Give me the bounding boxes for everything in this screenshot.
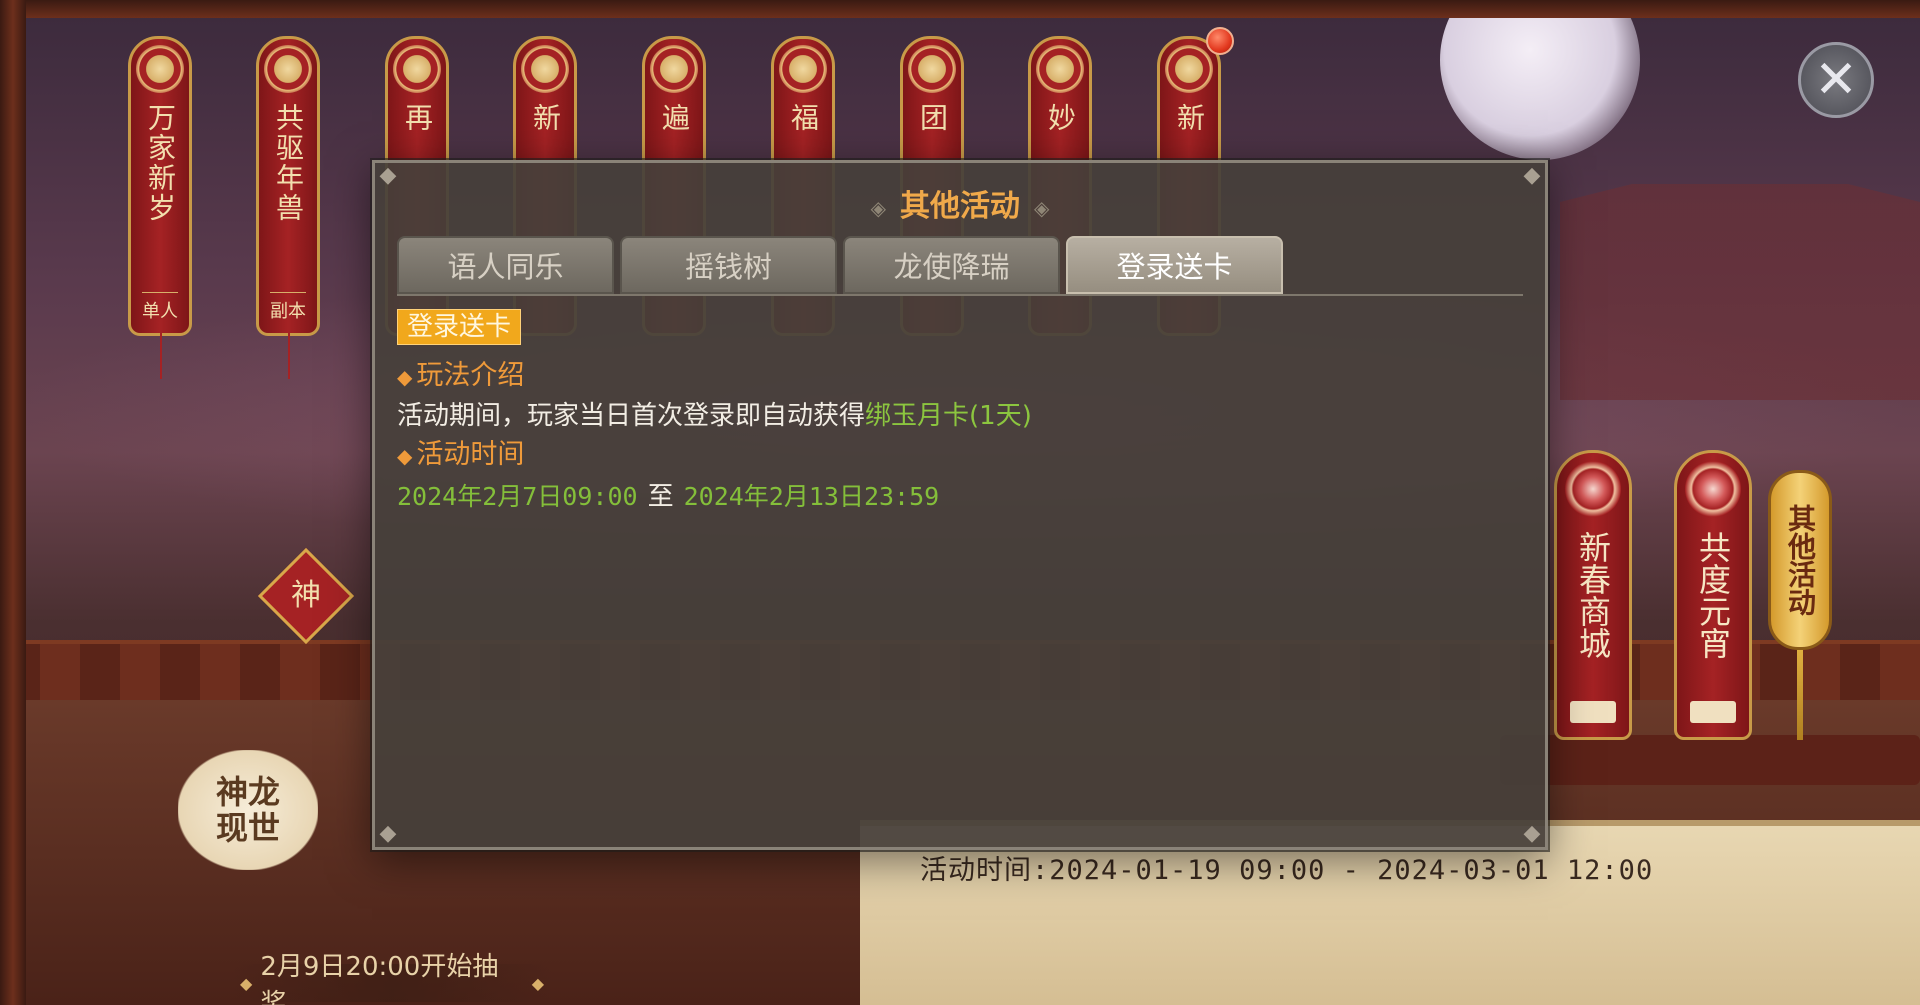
dragon-emblem-icon bbox=[1165, 45, 1213, 93]
intro-heading-text: 玩法介绍 bbox=[416, 360, 525, 391]
time-to: 至 bbox=[647, 482, 674, 512]
time-heading-text: 活动时间 bbox=[416, 439, 525, 470]
tab-content: 登录送卡 ◆ 玩法介绍 活动期间，玩家当日首次登录即自动获得绑玉月卡(1天) ◆ 活… bbox=[397, 309, 1523, 519]
plaque-icon bbox=[1690, 701, 1736, 723]
banner-label: 共驱年兽 bbox=[272, 103, 305, 223]
moon bbox=[1440, 0, 1640, 160]
diamond-ornament-icon: ◈ bbox=[1034, 195, 1050, 220]
banner-label: 新 bbox=[1173, 103, 1206, 133]
scroll-stand bbox=[1500, 735, 1920, 785]
dragon-emblem-icon bbox=[908, 45, 956, 93]
banner-label: 再 bbox=[401, 103, 434, 133]
notification-dot bbox=[1206, 27, 1234, 55]
flower-emblem-icon bbox=[1685, 461, 1741, 517]
tassel bbox=[160, 333, 162, 379]
banner-label: 万家新岁 bbox=[144, 103, 177, 223]
dragon-emblem-icon bbox=[521, 45, 569, 93]
close-icon: ✕ bbox=[1814, 50, 1858, 110]
activity-tabs: 语人同乐 摇钱树 龙使降瑞 登录送卡 bbox=[397, 236, 1283, 294]
corner-ornament-icon: ◆ bbox=[1523, 821, 1541, 846]
lottery-start-note: 2月9日20:00开始抽奖 bbox=[232, 952, 552, 1005]
dragon-emblem-icon bbox=[136, 45, 184, 93]
badge-label: 神龙现世 bbox=[215, 773, 280, 847]
activity-tag: 登录送卡 bbox=[397, 309, 522, 345]
tab-denglu-songka[interactable]: 登录送卡 bbox=[1066, 236, 1283, 294]
event-time-text: 活动时间:2024-01-19 09:00 - 2024-03-01 12:00 bbox=[920, 855, 1654, 886]
banner-label: 遍 bbox=[658, 103, 691, 133]
diamond-bullet-icon: ◆ bbox=[397, 365, 413, 389]
tab-yaoqian-shu[interactable]: 摇钱树 bbox=[620, 236, 837, 294]
other-activities-dialog: ◆ ◆ ◆ ◆ ◈ 其他活动 ◈ 语人同乐 摇钱树 龙使降瑞 登录送卡 登录送卡 ◆… bbox=[372, 160, 1548, 850]
tab-longshi-jiangrui[interactable]: 龙使降瑞 bbox=[843, 236, 1060, 294]
close-button[interactable]: ✕ bbox=[1798, 42, 1874, 118]
dragon-emblem-icon bbox=[393, 45, 441, 93]
time-start: 2024年2月7日09:00 bbox=[397, 482, 638, 511]
banner-label: 妙 bbox=[1044, 103, 1077, 133]
gold-tassel bbox=[1797, 650, 1803, 740]
diamond-ornament-icon: ◈ bbox=[870, 195, 886, 220]
tab-divider bbox=[397, 294, 1523, 296]
banner-sub-label: 副本 bbox=[270, 292, 306, 323]
banner-label: 共度元宵 bbox=[1694, 531, 1732, 659]
tassel bbox=[288, 333, 290, 379]
dialog-title: ◈ 其他活动 ◈ bbox=[375, 181, 1545, 225]
top-beam bbox=[0, 0, 1920, 18]
banner-label: 团 bbox=[916, 103, 949, 133]
banner-sub-label: 单人 bbox=[142, 292, 178, 323]
left-pillar bbox=[0, 0, 26, 1005]
intro-reward: 绑玉月卡(1天) bbox=[865, 401, 1032, 431]
activity-time-range: 2024年2月7日09:00 至 2024年2月13日23:59 bbox=[397, 475, 1523, 519]
dragon-emblem-icon bbox=[264, 45, 312, 93]
banner-label: 新 bbox=[529, 103, 562, 133]
flower-emblem-icon bbox=[1565, 461, 1621, 517]
lottery-start-text: 2月9日20:00开始抽奖 bbox=[260, 952, 499, 1005]
banner-label: 福 bbox=[787, 103, 820, 133]
banner-gongdu-yuanxiao[interactable]: 共度元宵 bbox=[1674, 450, 1752, 740]
shrine-sign-label: 神 bbox=[291, 578, 321, 613]
dragon-emblem-icon bbox=[1036, 45, 1084, 93]
time-end: 2024年2月13日23:59 bbox=[683, 482, 940, 511]
dragon-emblem-icon bbox=[779, 45, 827, 93]
banner-xinchun-shangcheng[interactable]: 新春商城 bbox=[1554, 450, 1632, 740]
diamond-bullet-icon: ◆ bbox=[397, 444, 413, 468]
tab-yuren-tongle[interactable]: 语人同乐 bbox=[397, 236, 614, 294]
banner-gongqu-nianshou[interactable]: 共驱年兽 副本 bbox=[256, 36, 320, 379]
intro-description: 活动期间，玩家当日首次登录即自动获得绑玉月卡(1天) bbox=[397, 396, 1523, 436]
dragon-emblem-icon bbox=[650, 45, 698, 93]
banner-label: 其他活动 bbox=[1784, 504, 1817, 616]
intro-text: 活动期间，玩家当日首次登录即自动获得 bbox=[397, 401, 866, 431]
banner-label: 新春商城 bbox=[1574, 531, 1612, 659]
corner-ornament-icon: ◆ bbox=[379, 821, 397, 846]
banner-other-activities[interactable]: 其他活动 bbox=[1768, 470, 1832, 650]
intro-heading: ◆ 玩法介绍 bbox=[397, 357, 1523, 396]
shrine-sign: 神 bbox=[257, 547, 355, 645]
shenlong-badge[interactable]: 神龙现世 bbox=[178, 750, 318, 870]
plaque-icon bbox=[1570, 701, 1616, 723]
banner-wanjia-xinsui[interactable]: 万家新岁 单人 bbox=[128, 36, 192, 379]
time-heading: ◆ 活动时间 bbox=[397, 436, 1523, 475]
dialog-title-text: 其他活动 bbox=[900, 189, 1020, 224]
